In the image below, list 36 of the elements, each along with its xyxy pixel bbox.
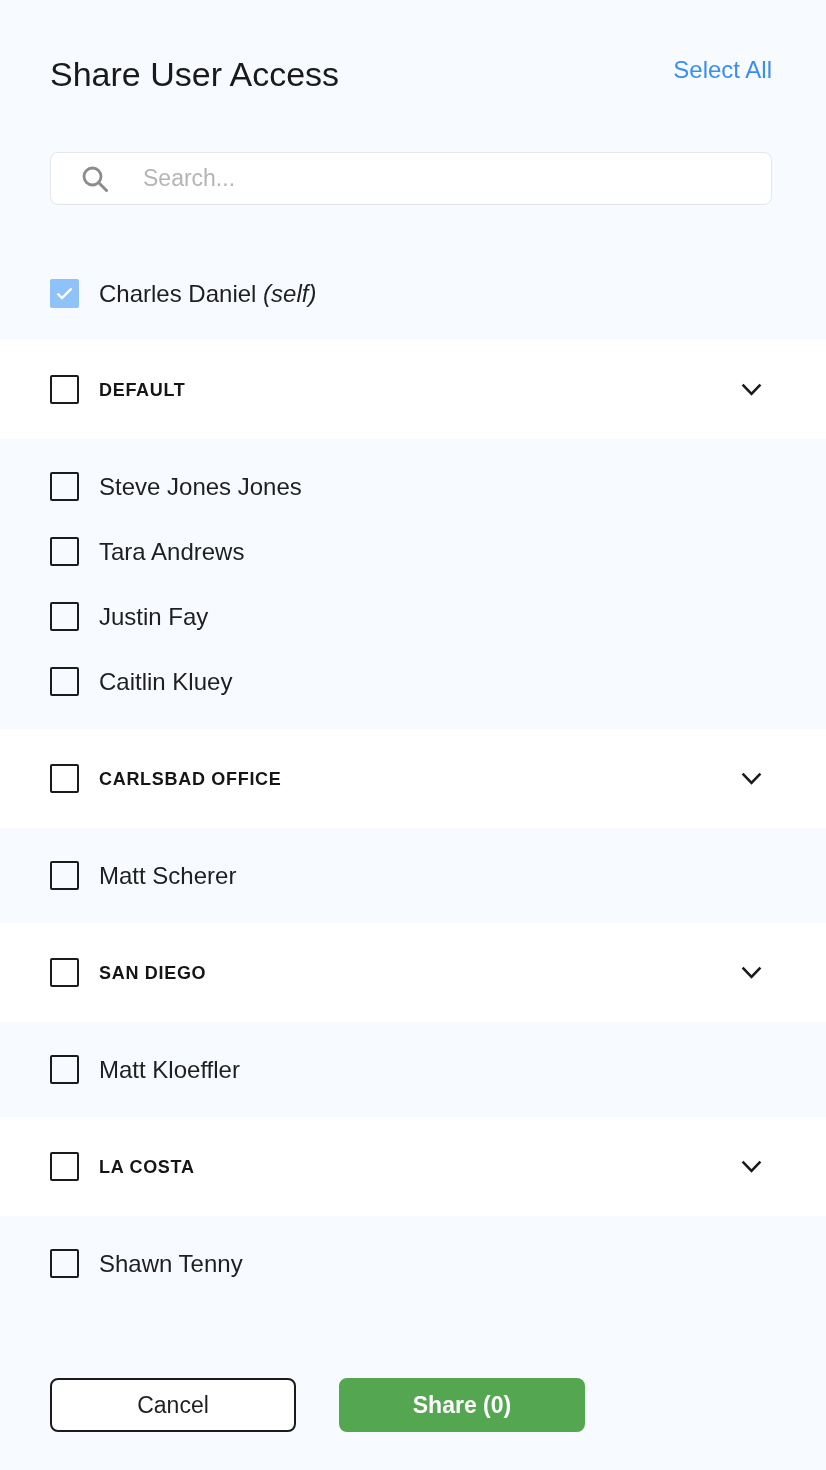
group-header[interactable]: CARLSBAD OFFICE xyxy=(0,729,826,828)
user-name: Tara Andrews xyxy=(99,536,245,567)
cancel-button[interactable]: Cancel xyxy=(50,1378,296,1432)
user-name: Charles Daniel (self) xyxy=(99,278,317,309)
checkbox[interactable] xyxy=(50,537,79,566)
chevron-down-icon[interactable] xyxy=(741,966,762,979)
checkbox[interactable] xyxy=(50,1055,79,1084)
group-header[interactable]: LA COSTA xyxy=(0,1117,826,1216)
checkbox[interactable] xyxy=(50,958,79,987)
user-name: Caitlin Kluey xyxy=(99,666,233,697)
user-name: Steve Jones Jones xyxy=(99,471,302,502)
group-header[interactable]: SAN DIEGO xyxy=(0,923,826,1022)
group-name: DEFAULT xyxy=(99,378,186,402)
user-name: Justin Fay xyxy=(99,601,209,632)
checkbox[interactable] xyxy=(50,1152,79,1181)
checkbox[interactable] xyxy=(50,602,79,631)
user-name: Matt Kloeffler xyxy=(99,1054,240,1085)
checkbox[interactable] xyxy=(50,861,79,890)
checkbox[interactable] xyxy=(50,764,79,793)
group-name: SAN DIEGO xyxy=(99,961,207,985)
checkbox[interactable] xyxy=(50,472,79,501)
checkbox[interactable] xyxy=(50,667,79,696)
group-name: CARLSBAD OFFICE xyxy=(99,767,282,791)
user-name: Matt Scherer xyxy=(99,860,237,891)
dialog-title: Share User Access xyxy=(50,54,340,94)
user-name: Shawn Tenny xyxy=(99,1248,243,1279)
chevron-down-icon[interactable] xyxy=(741,383,762,396)
group-header[interactable]: DEFAULT xyxy=(0,340,826,439)
check-icon xyxy=(56,287,73,300)
group-name: LA COSTA xyxy=(99,1155,195,1179)
chevron-down-icon[interactable] xyxy=(741,772,762,785)
checkbox[interactable] xyxy=(50,1249,79,1278)
chevron-down-icon[interactable] xyxy=(741,1160,762,1173)
search-field[interactable]: Search... xyxy=(50,152,772,205)
search-icon xyxy=(82,166,108,192)
checkbox[interactable] xyxy=(50,375,79,404)
